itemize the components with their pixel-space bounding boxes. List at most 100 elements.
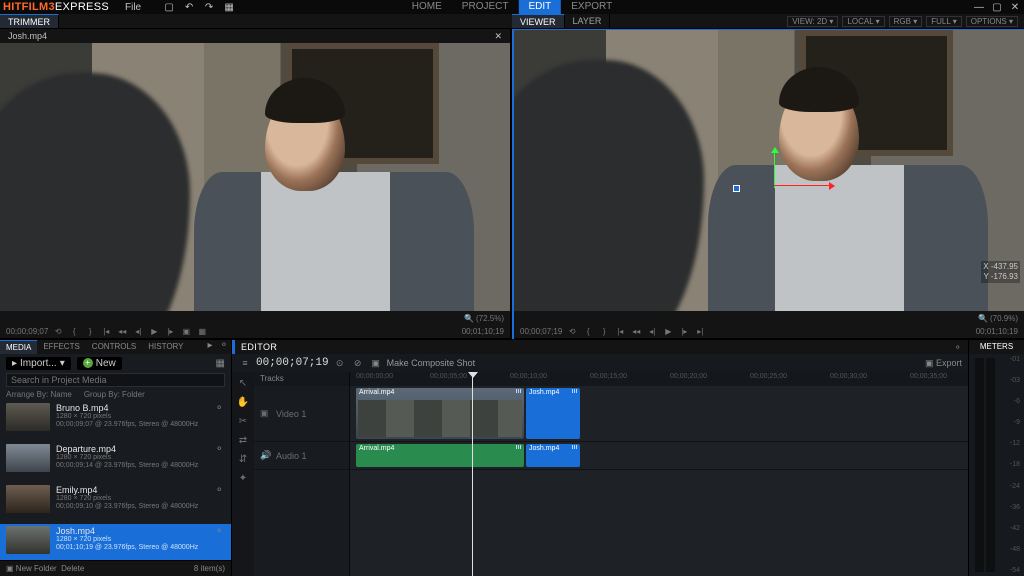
- set-in-icon[interactable]: {: [68, 327, 80, 336]
- view-toggle-icon[interactable]: ▦: [216, 358, 225, 369]
- set-in-icon[interactable]: {: [582, 327, 594, 336]
- composite-icon[interactable]: ▣: [369, 358, 383, 369]
- layout-icon[interactable]: ▦: [223, 1, 235, 13]
- goto-end-icon[interactable]: ▸|: [694, 327, 706, 336]
- menu-icon[interactable]: ≡: [238, 358, 252, 368]
- item-settings-icon[interactable]: ⚬: [215, 526, 225, 537]
- audio-clip-josh[interactable]: Josh.mp4: [526, 444, 580, 467]
- viewer-viewport[interactable]: X -437.95 Y -176.93: [514, 29, 1024, 311]
- video-clip-josh[interactable]: Josh.mp4: [526, 388, 580, 439]
- trimmer-viewport[interactable]: [0, 43, 510, 311]
- redo-icon[interactable]: ↷: [203, 1, 215, 13]
- video-track-header[interactable]: ▣ Video 1: [254, 386, 349, 442]
- gizmo-x-axis[interactable]: [774, 185, 834, 186]
- coord-readout: X -437.95 Y -176.93: [981, 261, 1020, 283]
- audio-clip-arrival[interactable]: Arrival.mp4: [356, 444, 524, 467]
- hand-tool-icon[interactable]: ✋: [237, 397, 249, 408]
- media-item[interactable]: Josh.mp4 1280 × 720 pixels 00;01;10;19 @…: [0, 524, 231, 560]
- file-menu[interactable]: File: [117, 2, 149, 13]
- dock-icon[interactable]: ▸: [203, 340, 217, 354]
- view-2d-dropdown[interactable]: VIEW: 2D ▾: [787, 16, 838, 27]
- slip-tool-icon[interactable]: ⇄: [239, 435, 247, 446]
- timeline-ruler[interactable]: 00;00;00;00 00;00;05;00 00;00;10;00 00;0…: [350, 372, 968, 386]
- minimize-icon[interactable]: —: [973, 2, 985, 13]
- export-button[interactable]: ▣ Export: [925, 358, 962, 369]
- item-settings-icon[interactable]: ⚬: [215, 444, 225, 455]
- viewer-tab[interactable]: VIEWER: [512, 14, 565, 28]
- select-tool-icon[interactable]: ↖: [239, 378, 247, 389]
- trimmer-close-icon[interactable]: ✕: [494, 31, 502, 42]
- link-icon[interactable]: ⊘: [351, 358, 365, 369]
- import-button[interactable]: ▸ Import... ▾: [6, 357, 71, 370]
- tab-history[interactable]: HISTORY: [142, 340, 189, 354]
- step-back-icon[interactable]: ◂◂: [630, 327, 642, 336]
- prev-frame-icon[interactable]: ◂|: [646, 327, 658, 336]
- snap-icon[interactable]: ⊙: [333, 358, 347, 369]
- overlay-icon[interactable]: ▦: [196, 327, 208, 336]
- media-item-name: Emily.mp4: [56, 485, 209, 495]
- close-icon[interactable]: ✕: [1009, 2, 1021, 13]
- tab-home[interactable]: HOME: [402, 0, 452, 14]
- tab-controls[interactable]: CONTROLS: [86, 340, 142, 354]
- mute-audio-icon[interactable]: 🔊: [260, 450, 270, 461]
- meters-tab[interactable]: METERS: [969, 340, 1024, 354]
- snap-tool-icon[interactable]: ✦: [239, 473, 247, 484]
- play-icon[interactable]: ▶: [148, 327, 160, 336]
- new-button[interactable]: +New: [77, 357, 122, 370]
- goto-start-icon[interactable]: |◂: [614, 327, 626, 336]
- mute-video-icon[interactable]: ▣: [260, 408, 270, 419]
- media-item-name: Departure.mp4: [56, 444, 209, 454]
- timeline[interactable]: 00;00;00;00 00;00;05;00 00;00;10;00 00;0…: [350, 372, 968, 576]
- loop-icon[interactable]: ⟲: [566, 327, 578, 336]
- slice-tool-icon[interactable]: ✂: [239, 416, 247, 427]
- delete-button[interactable]: Delete: [61, 564, 84, 573]
- trimmer-tab[interactable]: TRIMMER: [0, 14, 59, 28]
- zoom-icon[interactable]: 🔍: [978, 314, 988, 323]
- media-item[interactable]: Departure.mp4 1280 × 720 pixels 00;00;09…: [0, 442, 231, 483]
- media-item[interactable]: Emily.mp4 1280 × 720 pixels 00;00;09;10 …: [0, 483, 231, 524]
- set-out-icon[interactable]: }: [598, 327, 610, 336]
- arrange-by-dropdown[interactable]: Arrange By: Name: [6, 390, 72, 399]
- group-by-dropdown[interactable]: Group By: Folder: [84, 390, 145, 399]
- gizmo-handle[interactable]: [733, 185, 740, 192]
- editor-tab[interactable]: EDITOR: [241, 342, 277, 352]
- full-dropdown[interactable]: FULL ▾: [926, 16, 962, 27]
- undo-icon[interactable]: ↶: [183, 1, 195, 13]
- prev-frame-icon[interactable]: ◂|: [132, 327, 144, 336]
- media-item-detail: 00;00;09;10 @ 23.976fps, Stereo @ 48000H…: [56, 503, 209, 511]
- next-frame-icon[interactable]: |▸: [678, 327, 690, 336]
- loop-icon[interactable]: ⟲: [52, 327, 64, 336]
- gizmo-y-axis[interactable]: [774, 148, 775, 188]
- rgb-dropdown[interactable]: RGB ▾: [889, 16, 923, 27]
- audio-track-header[interactable]: 🔊 Audio 1: [254, 442, 349, 470]
- item-settings-icon[interactable]: ⚬: [215, 485, 225, 496]
- local-dropdown[interactable]: LOCAL ▾: [842, 16, 884, 27]
- editor-timecode[interactable]: 00;00;07;19: [256, 357, 329, 369]
- set-out-icon[interactable]: }: [84, 327, 96, 336]
- panel-menu-icon[interactable]: ⚬: [217, 340, 231, 354]
- next-frame-icon[interactable]: |▸: [164, 327, 176, 336]
- tab-export[interactable]: EXPORT: [561, 0, 622, 14]
- play-icon[interactable]: ▶: [662, 327, 674, 336]
- rate-tool-icon[interactable]: ⇵: [239, 454, 247, 465]
- insert-icon[interactable]: ▣: [180, 327, 192, 336]
- panel-menu-icon[interactable]: ⚬: [954, 342, 962, 353]
- tab-effects[interactable]: EFFECTS: [37, 340, 85, 354]
- tab-edit[interactable]: EDIT: [518, 0, 561, 14]
- playhead[interactable]: [472, 372, 473, 576]
- video-clip-arrival[interactable]: Arrival.mp4: [356, 388, 524, 439]
- tab-media[interactable]: MEDIA: [0, 340, 37, 354]
- search-input[interactable]: [6, 373, 225, 387]
- media-item[interactable]: Bruno B.mp4 1280 × 720 pixels 00;00;09;0…: [0, 401, 231, 442]
- zoom-icon[interactable]: 🔍: [464, 314, 474, 323]
- save-icon[interactable]: ▢: [163, 1, 175, 13]
- options-dropdown[interactable]: OPTIONS ▾: [966, 16, 1018, 27]
- step-back-icon[interactable]: ◂◂: [116, 327, 128, 336]
- item-settings-icon[interactable]: ⚬: [215, 403, 225, 414]
- layer-tab[interactable]: LAYER: [565, 14, 611, 28]
- maximize-icon[interactable]: ▢: [991, 2, 1003, 13]
- new-folder-button[interactable]: New Folder: [16, 564, 57, 573]
- make-composite-button[interactable]: Make Composite Shot: [387, 358, 476, 368]
- tab-project[interactable]: PROJECT: [452, 0, 519, 14]
- goto-start-icon[interactable]: |◂: [100, 327, 112, 336]
